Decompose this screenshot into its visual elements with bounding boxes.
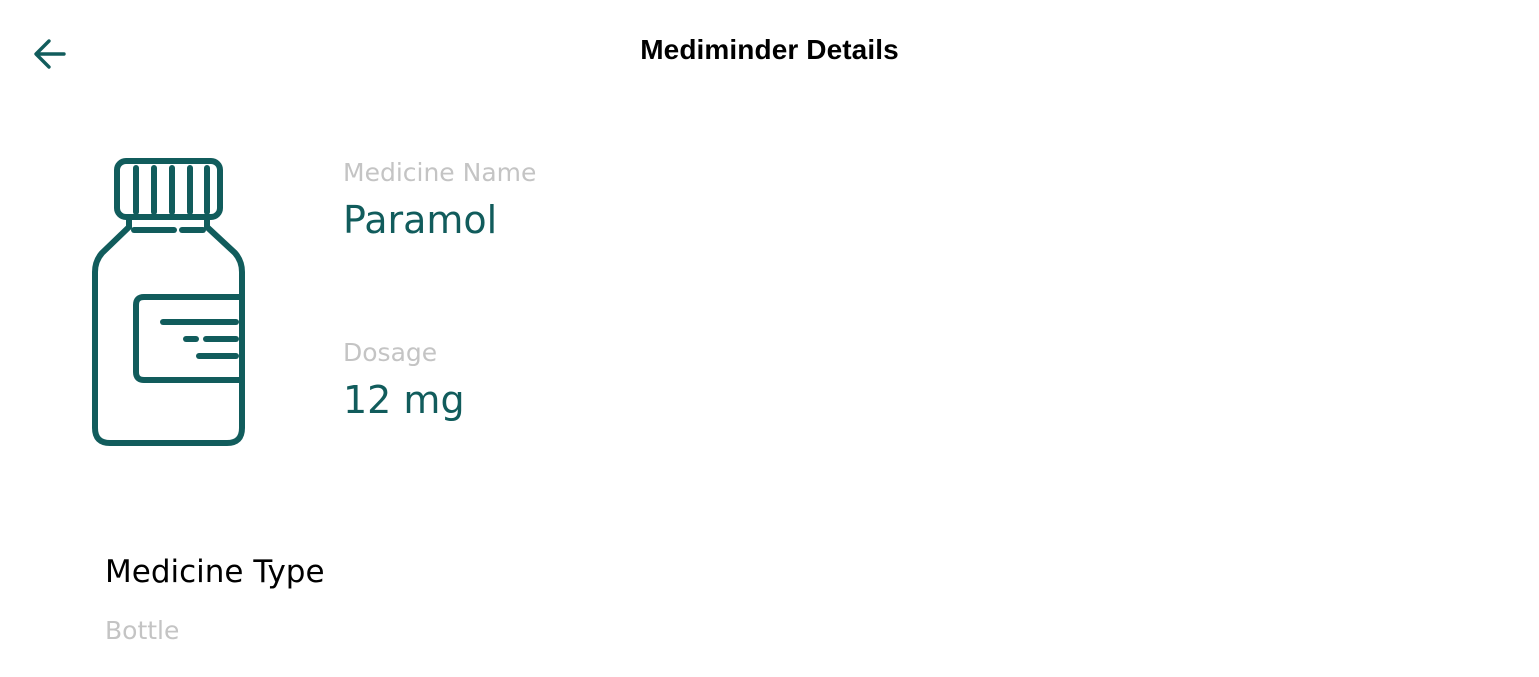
medicine-name-label: Medicine Name: [343, 158, 537, 187]
dosage-label: Dosage: [343, 338, 438, 367]
mediminder-details-screen: Mediminder Details Medicine Name Paramol…: [0, 0, 1539, 677]
dosage-value: 12 mg: [343, 378, 465, 422]
top-app-bar: Mediminder Details: [0, 0, 1539, 108]
page-title: Mediminder Details: [640, 34, 899, 65]
medicine-name-value: Paramol: [343, 198, 498, 242]
medicine-type-value: Bottle: [105, 616, 180, 645]
medicine-type-heading: Medicine Type: [105, 554, 325, 590]
medicine-bottle-icon: [88, 154, 248, 450]
